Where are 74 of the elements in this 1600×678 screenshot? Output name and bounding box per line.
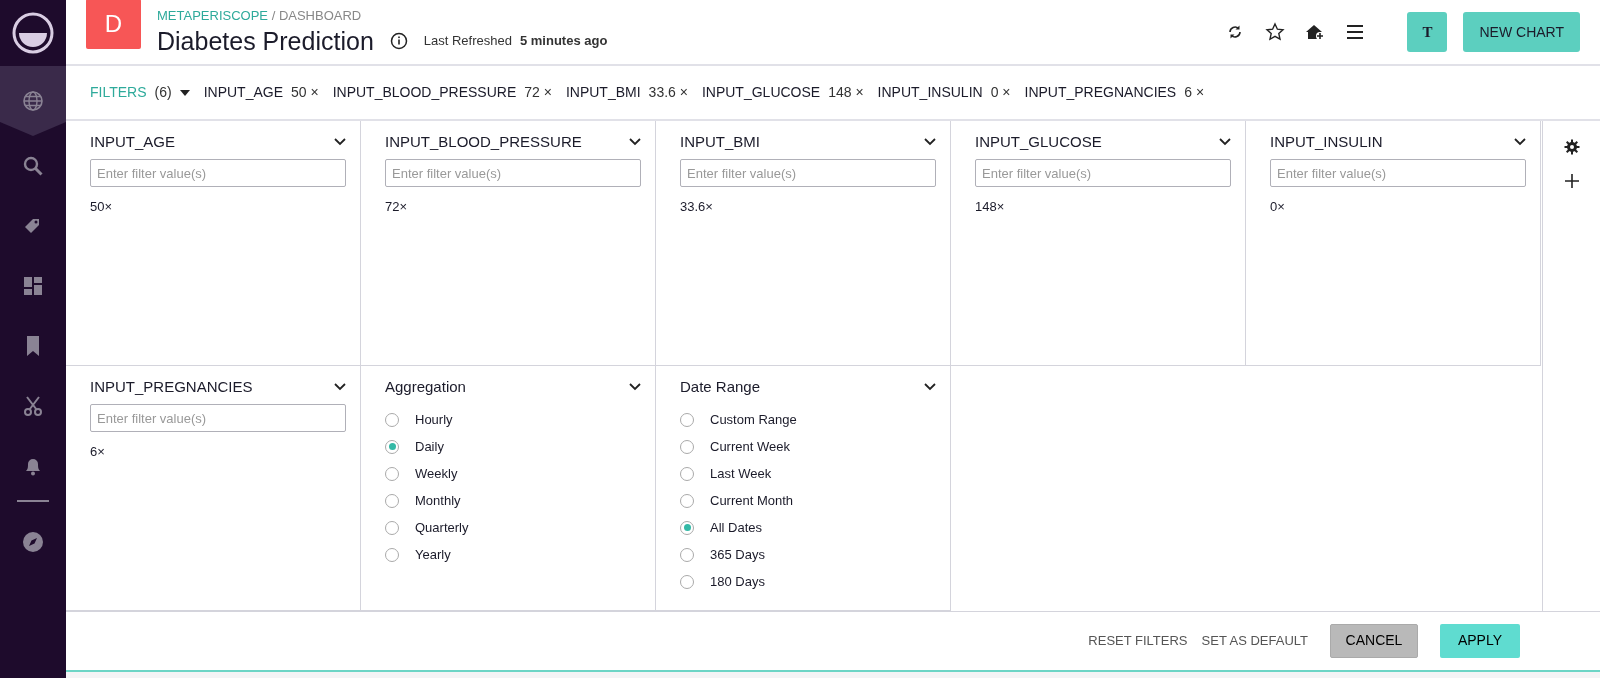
radio-label: All Dates [710,518,763,537]
filter-title: Date Range [680,376,761,397]
filter-title: Aggregation [385,376,466,397]
chevron-down-icon[interactable] [1219,137,1231,146]
chevron-down-icon[interactable] [334,382,346,391]
filter-input[interactable]: Enter filter value(s) [1270,159,1526,188]
reset-filters-link[interactable]: RESET FILTERS [1088,631,1188,651]
filter-input[interactable]: Enter filter value(s) [90,404,346,433]
filter-input[interactable]: Enter filter value(s) [975,159,1231,188]
filter-title: INPUT_GLUCOSE [975,131,1102,152]
filter-input[interactable]: Enter filter value(s) [385,159,641,188]
chevron-down-icon[interactable] [924,137,936,146]
search-icon[interactable] [22,155,44,177]
filter-chip-value[interactable]: 148 × [828,82,864,103]
filter-chip-value[interactable]: 0 × [990,82,1011,103]
info-icon[interactable] [389,31,408,50]
radio-label: Last Week [710,464,772,483]
chevron-down-icon[interactable] [924,382,936,391]
set-as-default-link[interactable]: SET AS DEFAULT [1201,631,1308,651]
caret-icon[interactable] [179,89,190,96]
filter-input[interactable]: Enter filter value(s) [90,159,346,188]
radio-label: Quarterly [415,518,469,537]
radio-label: Weekly [415,464,458,483]
breadcrumb-current: DASHBOARD [278,7,362,23]
filter-chip-name: INPUT_AGE [203,83,283,102]
filter-value-tag[interactable]: 148× [975,197,1231,217]
scissors-icon[interactable] [22,395,44,417]
filter-value-tag[interactable]: 0× [1270,197,1526,217]
last-refreshed-value: 5 minutes ago [519,31,608,50]
filter-chip-name: INPUT_PREGNANCIES [1024,83,1177,102]
filter-title: INPUT_BLOOD_PRESSURE [385,131,582,152]
cancel-button[interactable]: CANCEL [1330,623,1418,658]
filter-chip-name: INPUT_GLUCOSE [701,83,821,102]
radio-label: Monthly [415,491,461,510]
chevron-down-icon[interactable] [629,137,641,146]
radio-label: Current Week [710,437,790,456]
radio-label: Current Month [710,491,794,510]
filter-value-tag[interactable]: 33.6× [680,197,936,217]
radio-label: Custom Range [710,410,797,429]
user-avatar-button[interactable]: T [1407,12,1448,53]
filter-title: INPUT_AGE [90,131,176,152]
radio-label: Daily [415,437,444,456]
chevron-down-icon[interactable] [629,382,641,391]
filter-chip-name: INPUT_INSULIN [877,83,983,102]
breadcrumb-separator: / [271,7,276,23]
radio-label: Yearly [415,545,451,564]
filter-chip-name: INPUT_BMI [565,83,641,102]
radio-label: Hourly [415,410,453,429]
radio-label: 365 Days [710,545,765,564]
chevron-down-icon[interactable] [334,137,346,146]
radio-label: 180 Days [710,572,765,591]
filter-title: INPUT_PREGNANCIES [90,376,253,397]
filter-chip-value[interactable]: 72 × [524,82,552,103]
dashboard-title: Diabetes Prediction [157,25,374,56]
compass-icon[interactable] [22,531,44,553]
chevron-down-icon[interactable] [1514,137,1526,146]
last-refreshed-label: Last Refreshed [423,31,512,50]
filter-title: INPUT_INSULIN [1270,131,1383,152]
apply-button[interactable]: APPLY [1440,623,1520,658]
app-logo[interactable] [11,11,55,55]
filter-chip-value[interactable]: 50 × [291,82,319,103]
dashboard-logo: D [86,0,141,50]
filter-value-tag[interactable]: 50× [90,197,346,217]
filter-value-tag[interactable]: 6× [90,442,346,462]
filter-input[interactable]: Enter filter value(s) [680,159,936,188]
dashboard-grid-icon[interactable] [22,275,44,297]
filters-dropdown[interactable]: FILTERS (6) [90,82,172,103]
filter-value-tag[interactable]: 72× [385,197,641,217]
filter-chip-value[interactable]: 6 × [1184,82,1205,103]
filter-chip-value[interactable]: 33.6 × [648,82,688,103]
filter-chip-name: INPUT_BLOOD_PRESSURE [332,83,517,102]
filter-title: INPUT_BMI [680,131,760,152]
globe-icon[interactable] [22,90,44,112]
new-chart-button[interactable]: NEW CHART [1463,12,1580,53]
